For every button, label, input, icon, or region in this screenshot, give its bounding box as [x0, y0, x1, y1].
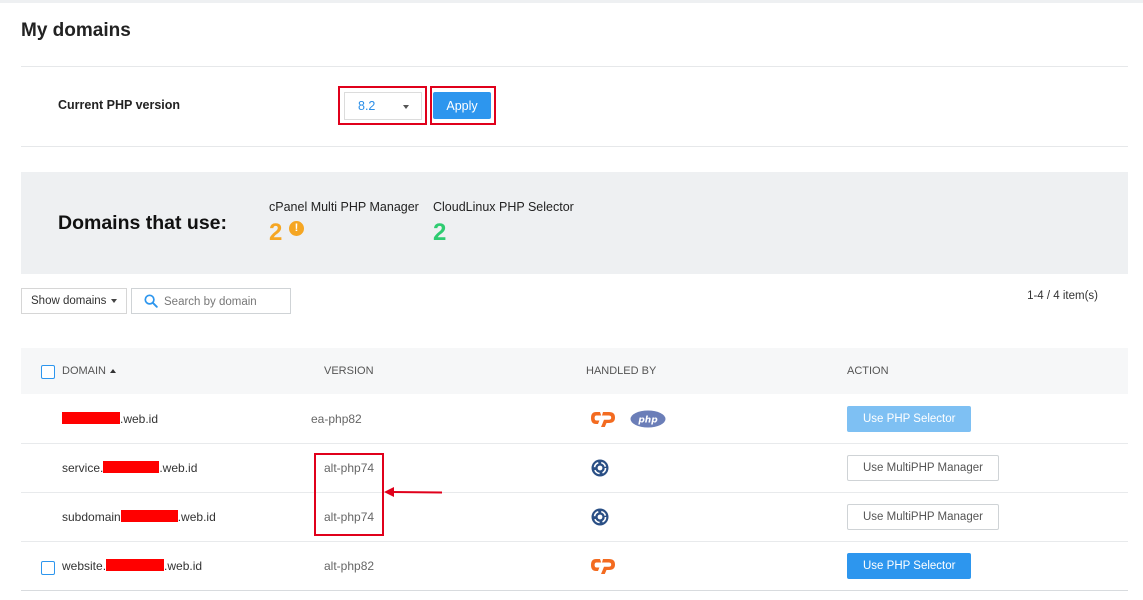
- redaction-mark: [103, 461, 160, 473]
- redaction-mark: [120, 510, 178, 522]
- domain-cell: .web.id: [62, 412, 158, 426]
- cloudlinux-count: 2: [433, 219, 447, 246]
- domain-prefix: subdomain: [62, 510, 121, 524]
- items-count: 1-4 / 4 item(s): [1027, 290, 1098, 302]
- divider: [21, 146, 1128, 147]
- redaction-mark: [62, 412, 120, 424]
- column-header-handled-by: HANDLED BY: [586, 365, 657, 377]
- highlight-box-versions: [314, 453, 384, 536]
- table-row: subdomain .web.id alt-php74 Use MultiPHP …: [21, 493, 1128, 542]
- search-input[interactable]: [164, 293, 284, 310]
- domain-prefix: service.: [62, 461, 104, 475]
- version-cell: ea-php82: [311, 412, 362, 426]
- search-icon: [144, 294, 158, 308]
- select-all-checkbox[interactable]: [41, 365, 55, 379]
- domain-prefix: website.: [62, 559, 107, 573]
- sort-ascending-icon: [110, 369, 116, 374]
- domain-suffix: .web.id: [120, 412, 159, 426]
- column-header-version: VERSION: [324, 365, 374, 377]
- table-row: .web.id ea-php82 php Use PHP Selector: [21, 395, 1128, 444]
- domain-cell: subdomain .web.id: [62, 510, 216, 524]
- show-domains-label: Show domains: [31, 295, 107, 307]
- info-icon[interactable]: !: [289, 221, 304, 236]
- row-checkbox[interactable]: [41, 561, 55, 575]
- php-logo-text: php: [637, 416, 658, 426]
- cpanel-logo-icon: [591, 559, 615, 574]
- use-multiphp-manager-button[interactable]: Use MultiPHP Manager: [847, 455, 999, 481]
- summary-title: Domains that use:: [58, 212, 228, 234]
- cloudlinux-logo-icon: [591, 459, 609, 477]
- column-header-domain[interactable]: DOMAIN: [62, 365, 116, 377]
- table-header: DOMAIN VERSION HANDLED BY ACTION: [21, 348, 1128, 394]
- domain-suffix: .web.id: [177, 510, 216, 524]
- highlight-box-select: [338, 86, 427, 125]
- search-box[interactable]: [131, 288, 291, 314]
- column-header-domain-label: DOMAIN: [62, 365, 106, 377]
- cloudlinux-logo-icon: [591, 508, 609, 526]
- domain-cell: service. .web.id: [62, 461, 197, 475]
- cpanel-count: 2: [269, 219, 283, 246]
- domain-suffix: .web.id: [164, 559, 203, 573]
- arrow-left-icon: [384, 487, 443, 497]
- current-php-version-label: Current PHP version: [58, 98, 181, 112]
- cpanel-multi-php-label: cPanel Multi PHP Manager: [269, 200, 419, 214]
- redaction-mark: [106, 559, 165, 571]
- summary-panel: Domains that use: cPanel Multi PHP Manag…: [21, 172, 1128, 274]
- table-row: service. .web.id alt-php74 Use MultiPHP M…: [21, 444, 1128, 493]
- php-logo-icon: php: [630, 410, 666, 428]
- page-title: My domains: [21, 20, 131, 41]
- divider: [21, 66, 1128, 67]
- version-cell: alt-php82: [324, 559, 375, 573]
- domain-cell: website. .web.id: [62, 559, 202, 573]
- caret-down-icon: [111, 298, 118, 303]
- table-row: website. .web.id alt-php82 Use PHP Select…: [21, 542, 1128, 591]
- cloudlinux-selector-label: CloudLinux PHP Selector: [433, 200, 574, 214]
- use-php-selector-button[interactable]: Use PHP Selector: [847, 406, 972, 432]
- domain-suffix: .web.id: [159, 461, 198, 475]
- cpanel-logo-icon: [591, 412, 615, 427]
- highlight-box-apply: [430, 86, 496, 125]
- use-php-selector-button[interactable]: Use PHP Selector: [847, 553, 972, 579]
- show-domains-dropdown[interactable]: Show domains: [21, 288, 127, 314]
- top-border: [0, 0, 1143, 3]
- column-header-action: ACTION: [847, 365, 889, 377]
- use-multiphp-manager-button[interactable]: Use MultiPHP Manager: [847, 504, 999, 530]
